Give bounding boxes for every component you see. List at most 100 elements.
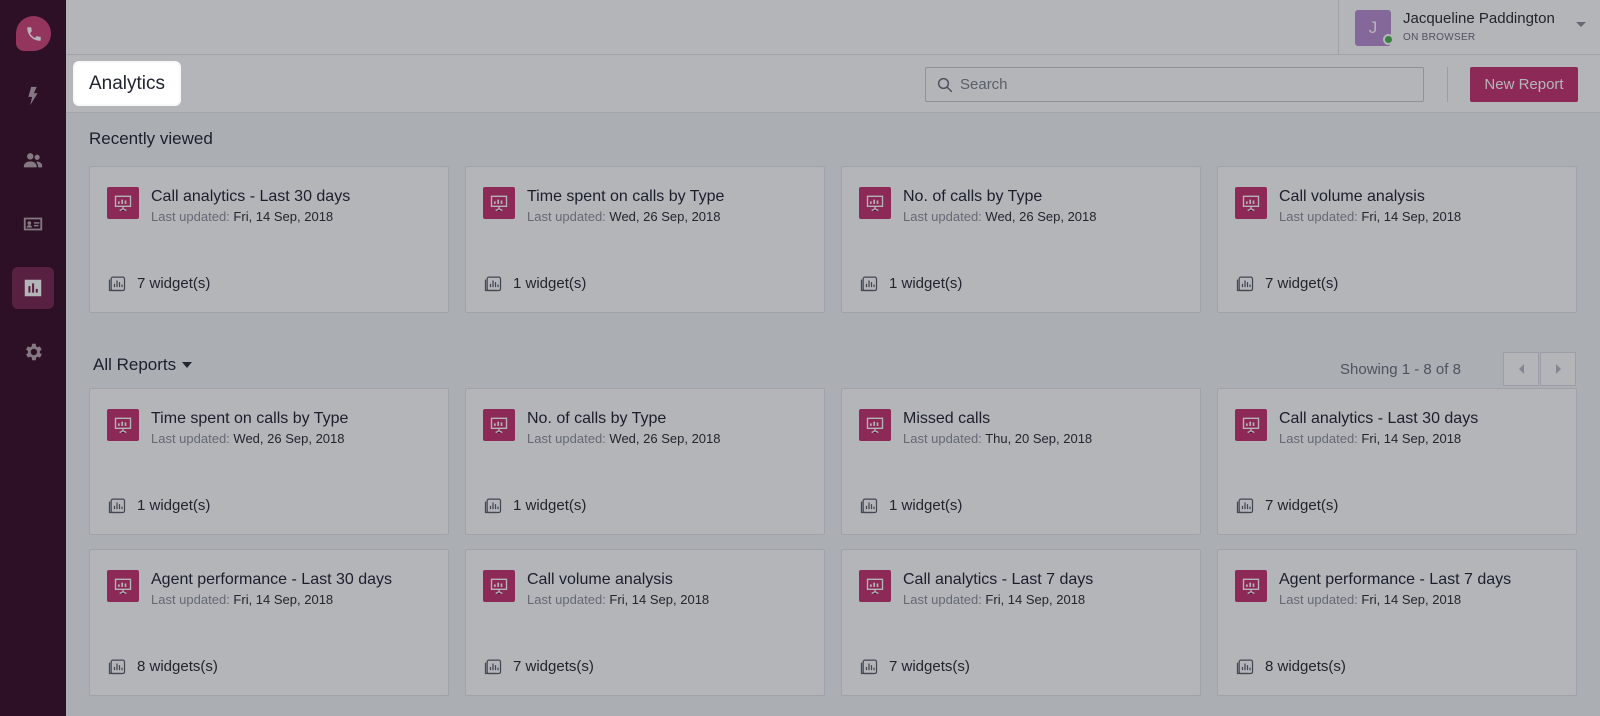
last-updated-label: Last updated: — [527, 209, 606, 224]
report-card[interactable]: Call analytics - Last 30 days Last update… — [89, 166, 449, 313]
chevron-right-icon — [1555, 364, 1561, 374]
widgets-icon — [1236, 498, 1254, 514]
widget-count-row: 7 widgets(s) — [483, 656, 594, 676]
report-title[interactable]: Call volume analysis — [1279, 188, 1425, 206]
new-report-button[interactable]: New Report — [1470, 67, 1578, 102]
report-icon — [107, 187, 139, 219]
widget-count-row: 7 widget(s) — [1235, 273, 1338, 293]
report-card[interactable]: Agent performance - Last 30 days Last upd… — [89, 549, 449, 696]
report-title[interactable]: Call analytics - Last 30 days — [1279, 410, 1478, 428]
next-page-button[interactable] — [1540, 352, 1576, 386]
report-card[interactable]: Time spent on calls by Type Last updated:… — [465, 166, 825, 313]
report-card[interactable]: No. of calls by Type Last updated: Wed, 2… — [465, 388, 825, 535]
report-title[interactable]: Time spent on calls by Type — [527, 188, 724, 206]
last-updated-date: Fri, 14 Sep, 2018 — [1361, 431, 1462, 446]
report-title[interactable]: Agent performance - Last 7 days — [1279, 571, 1511, 589]
nav-item-people[interactable] — [12, 139, 54, 181]
search-icon — [937, 77, 953, 93]
report-title[interactable]: Call analytics - Last 7 days — [903, 571, 1093, 589]
last-updated-date: Fri, 14 Sep, 2018 — [1361, 209, 1462, 224]
widget-count: 8 widgets(s) — [137, 657, 218, 675]
report-title[interactable]: Agent performance - Last 30 days — [151, 571, 392, 589]
widget-count-row: 7 widget(s) — [1235, 495, 1338, 515]
widget-count: 8 widgets(s) — [1265, 657, 1346, 675]
nav-item-power-dialer[interactable] — [12, 75, 54, 117]
nav-item-settings[interactable] — [12, 331, 54, 373]
last-updated-date: Fri, 14 Sep, 2018 — [985, 592, 1086, 607]
report-title[interactable]: Call volume analysis — [527, 571, 673, 589]
report-updated: Last updated: Fri, 14 Sep, 2018 — [151, 209, 333, 224]
report-icon — [859, 570, 891, 602]
report-icon — [1235, 187, 1267, 219]
report-updated: Last updated: Wed, 26 Sep, 2018 — [527, 431, 721, 446]
page-title: Analytics — [75, 63, 180, 104]
report-updated: Last updated: Fri, 14 Sep, 2018 — [1279, 592, 1461, 607]
top-bar: J Jacqueline Paddington ON BROWSER — [66, 0, 1600, 55]
phone-icon — [26, 26, 41, 41]
contact-card-icon — [23, 217, 43, 231]
widgets-icon — [108, 276, 126, 292]
report-icon — [859, 409, 891, 441]
report-updated: Last updated: Fri, 14 Sep, 2018 — [1279, 209, 1461, 224]
report-title[interactable]: No. of calls by Type — [527, 410, 666, 428]
last-updated-label: Last updated: — [527, 592, 606, 607]
widget-count: 7 widget(s) — [1265, 274, 1339, 292]
report-updated: Last updated: Fri, 14 Sep, 2018 — [903, 592, 1085, 607]
report-title[interactable]: Time spent on calls by Type — [151, 410, 348, 428]
widget-count-row: 1 widget(s) — [483, 273, 586, 293]
widget-count: 1 widget(s) — [889, 274, 963, 292]
widgets-icon — [108, 659, 126, 675]
report-title[interactable]: Call analytics - Last 30 days — [151, 188, 350, 206]
report-card[interactable]: Time spent on calls by Type Last updated:… — [89, 388, 449, 535]
app-logo[interactable] — [16, 16, 51, 51]
user-menu[interactable]: J Jacqueline Paddington ON BROWSER — [1338, 0, 1600, 55]
report-card[interactable]: No. of calls by Type Last updated: Wed, 2… — [841, 166, 1201, 313]
nav-item-contacts[interactable] — [12, 203, 54, 245]
report-updated: Last updated: Fri, 14 Sep, 2018 — [151, 592, 333, 607]
last-updated-date: Fri, 14 Sep, 2018 — [233, 209, 334, 224]
report-card[interactable]: Call volume analysis Last updated: Fri, 1… — [465, 549, 825, 696]
caret-down-icon — [182, 362, 193, 368]
search-box[interactable] — [925, 67, 1424, 102]
report-icon — [483, 570, 515, 602]
pagination-summary: Showing 1 - 8 of 8 — [1340, 361, 1461, 378]
report-icon — [107, 570, 139, 602]
report-updated: Last updated: Fri, 14 Sep, 2018 — [527, 592, 709, 607]
report-card[interactable]: Call analytics - Last 7 days Last updated… — [841, 549, 1201, 696]
widget-count: 1 widget(s) — [137, 496, 211, 514]
report-icon — [483, 409, 515, 441]
widgets-icon — [1236, 276, 1254, 292]
widget-count-row: 1 widget(s) — [483, 495, 586, 515]
last-updated-label: Last updated: — [151, 431, 230, 446]
widgets-icon — [484, 498, 502, 514]
report-card[interactable]: Call analytics - Last 30 days Last update… — [1217, 388, 1577, 535]
last-updated-date: Wed, 26 Sep, 2018 — [233, 431, 345, 446]
widgets-icon — [860, 276, 878, 292]
analytics-icon — [24, 279, 42, 297]
last-updated-label: Last updated: — [903, 209, 982, 224]
report-title[interactable]: No. of calls by Type — [903, 188, 1042, 206]
report-icon — [107, 409, 139, 441]
report-card[interactable]: Missed calls Last updated: Thu, 20 Sep, 2… — [841, 388, 1201, 535]
prev-page-button[interactable] — [1503, 352, 1539, 386]
report-icon — [859, 187, 891, 219]
widgets-icon — [1236, 659, 1254, 675]
all-reports-dropdown[interactable]: All Reports — [93, 355, 193, 375]
widget-count: 1 widget(s) — [513, 274, 587, 292]
search-input[interactable] — [960, 68, 1415, 101]
last-updated-label: Last updated: — [1279, 431, 1358, 446]
widget-count: 7 widget(s) — [1265, 496, 1339, 514]
last-updated-date: Fri, 14 Sep, 2018 — [1361, 592, 1462, 607]
lightning-icon — [28, 86, 38, 106]
report-card[interactable]: Call volume analysis Last updated: Fri, 1… — [1217, 166, 1577, 313]
divider — [1447, 67, 1448, 102]
report-icon — [1235, 409, 1267, 441]
nav-item-analytics[interactable] — [12, 267, 54, 309]
report-title[interactable]: Missed calls — [903, 410, 990, 428]
report-card[interactable]: Agent performance - Last 7 days Last upda… — [1217, 549, 1577, 696]
widget-count-row: 1 widget(s) — [859, 495, 962, 515]
sidebar — [0, 0, 66, 716]
report-updated: Last updated: Wed, 26 Sep, 2018 — [151, 431, 345, 446]
gear-icon — [26, 343, 42, 361]
last-updated-label: Last updated: — [151, 209, 230, 224]
